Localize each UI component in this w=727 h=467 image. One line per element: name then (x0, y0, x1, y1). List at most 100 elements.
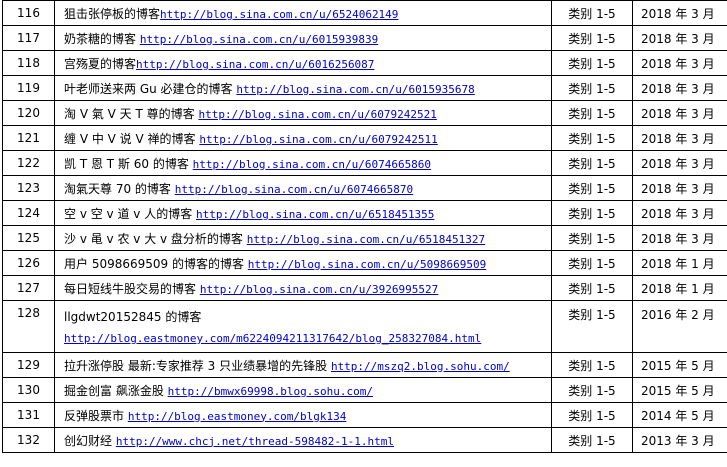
row-category: 类别 1-5 (551, 300, 633, 353)
blog-link[interactable]: http://www.chcj.net/thread-598482-1-1.ht… (116, 435, 394, 448)
table-row: 116 狙击张停板的博客http://blog.sina.com.cn/u/652… (2, 0, 727, 26)
row-number: 124 (2, 200, 55, 226)
row-date: 2018 年 3 月 (632, 200, 727, 226)
table-row: 120 淘 V 氣 V 天 T 尊的博客 http://blog.sina.com… (2, 100, 727, 126)
blog-link[interactable]: http://blog.sina.com.cn/u/6074665870 (175, 183, 413, 196)
row-category: 类别 1-5 (551, 377, 633, 403)
table-row: 128 llgdwt20152845 的博客 http://blog.eastm… (2, 300, 727, 353)
blog-list-body: 116 狙击张停板的博客http://blog.sina.com.cn/u/652… (2, 0, 727, 301)
table-row: 130 掘金创富 飙涨金股 http://bmwx69998.blog.sohu.… (2, 377, 727, 403)
blog-entry: 创幻财经 http://www.chcj.net/thread-598482-1… (54, 427, 552, 453)
blog-link[interactable]: http://bmwx69998.blog.sohu.com/ (168, 385, 373, 398)
blog-title: 沙 v 黾 v 农 v 大 v 盘分析的博客 (64, 231, 247, 246)
blog-list-body-2: 129 拉升涨停股 最新:专家推荐 3 只业绩暴增的先锋股 http://mszq… (2, 352, 727, 453)
row-category: 类别 1-5 (551, 352, 633, 378)
blog-title: 反弹股票市 (64, 408, 128, 423)
table-row: 118 宫殇夏的博客http://blog.sina.com.cn/u/60162… (2, 50, 727, 76)
row-category: 类别 1-5 (551, 250, 633, 276)
blog-link[interactable]: http://blog.sina.com.cn/u/5098669509 (248, 258, 486, 271)
blog-title: 淘 V 氣 V 天 T 尊的博客 (64, 106, 199, 121)
row-number: 127 (2, 275, 55, 301)
blog-title: 掘金创富 飙涨金股 (64, 383, 168, 398)
blog-entry: 缠 V 中 V 说 V 禅的博客 http://blog.sina.com.cn… (54, 125, 552, 151)
blog-link[interactable]: http://blog.eastmoney.com/blgk134 (128, 410, 347, 423)
row-category: 类别 1-5 (551, 427, 633, 453)
row-number: 129 (2, 352, 55, 378)
blog-link[interactable]: http://blog.sina.com.cn/u/6074665860 (193, 158, 431, 171)
blog-entry: 拉升涨停股 最新:专家推荐 3 只业绩暴增的先锋股 http://mszq2.b… (54, 352, 552, 378)
table-row: 117 奶茶糖的博客 http://blog.sina.com.cn/u/6015… (2, 25, 727, 51)
row-date: 2016 年 2 月 (632, 300, 727, 353)
table-row: 127 每日短线牛股交易的博客 http://blog.sina.com.cn/u… (2, 275, 727, 301)
row-number: 123 (2, 175, 55, 201)
blog-title: 宫殇夏的博客 (64, 56, 137, 71)
row-date: 2018 年 3 月 (632, 0, 727, 26)
row-date: 2018 年 3 月 (632, 175, 727, 201)
row-number: 118 (2, 50, 55, 76)
blog-entry: 反弹股票市 http://blog.eastmoney.com/blgk134 (54, 402, 552, 428)
blog-link[interactable]: http://blog.eastmoney.com/m6224094211317… (64, 332, 551, 345)
blog-entry: 淘氣天尊 70 的博客 http://blog.sina.com.cn/u/60… (54, 175, 552, 201)
blog-link[interactable]: http://blog.sina.com.cn/u/6016256087 (136, 58, 374, 71)
blog-entry: 每日短线牛股交易的博客 http://blog.sina.com.cn/u/39… (54, 275, 552, 301)
blog-link[interactable]: http://blog.sina.com.cn/u/6518451327 (247, 233, 485, 246)
row-date: 2015 年 5 月 (632, 352, 727, 378)
row-category: 类别 1-5 (551, 402, 633, 428)
table-row: 125 沙 v 黾 v 农 v 大 v 盘分析的博客 http://blog.si… (2, 225, 727, 251)
table-row: 126 用户 5098669509 的博客的博客 http://blog.sina… (2, 250, 727, 276)
table-row: 132 创幻财经 http://www.chcj.net/thread-59848… (2, 427, 727, 453)
row-date: 2018 年 1 月 (632, 275, 727, 301)
blog-link[interactable]: http://mszq2.blog.sohu.com/ (331, 360, 510, 373)
row-category: 类别 1-5 (551, 100, 633, 126)
blog-title: llgdwt20152845 的博客 (64, 310, 202, 324)
blog-entry: llgdwt20152845 的博客 http://blog.eastmoney… (54, 300, 552, 353)
row-number: 126 (2, 250, 55, 276)
row-category: 类别 1-5 (551, 75, 633, 101)
row-number: 130 (2, 377, 55, 403)
blog-link[interactable]: http://blog.sina.com.cn/u/6015939839 (140, 33, 378, 46)
row-number: 125 (2, 225, 55, 251)
blog-list-body-tall: 128 llgdwt20152845 的博客 http://blog.eastm… (2, 300, 727, 353)
table-row: 119 叶老师送来两 Gu 必建仓的博客 http://blog.sina.com… (2, 75, 727, 101)
blog-link[interactable]: http://blog.sina.com.cn/u/6015935678 (236, 83, 474, 96)
blog-title: 创幻财经 (64, 433, 116, 448)
blog-entry: 狙击张停板的博客http://blog.sina.com.cn/u/652406… (54, 0, 552, 26)
row-number: 119 (2, 75, 55, 101)
row-category: 类别 1-5 (551, 200, 633, 226)
blog-title: 缠 V 中 V 说 V 禅的博客 (64, 131, 200, 146)
blog-title: 用户 5098669509 的博客的博客 (64, 256, 248, 271)
blog-entry: 宫殇夏的博客http://blog.sina.com.cn/u/60162560… (54, 50, 552, 76)
row-number: 132 (2, 427, 55, 453)
blog-entry: 用户 5098669509 的博客的博客 http://blog.sina.co… (54, 250, 552, 276)
blog-link[interactable]: http://blog.sina.com.cn/u/3926995527 (200, 283, 438, 296)
table-row: 131 反弹股票市 http://blog.eastmoney.com/blgk1… (2, 402, 727, 428)
blog-entry: 掘金创富 飙涨金股 http://bmwx69998.blog.sohu.com… (54, 377, 552, 403)
blog-title: 淘氣天尊 70 的博客 (64, 181, 175, 196)
row-category: 类别 1-5 (551, 25, 633, 51)
blog-title: 奶茶糖的博客 (64, 31, 140, 46)
row-number: 131 (2, 402, 55, 428)
blog-link[interactable]: http://blog.sina.com.cn/u/6079242511 (199, 133, 437, 146)
blog-title: 狙击张停板的博客 (64, 6, 161, 21)
blog-title: 空 v 空 v 道 v 人的博客 (64, 206, 197, 221)
row-date: 2018 年 3 月 (632, 150, 727, 176)
blog-title: 凯 T 恩 T 斯 60 的博客 (64, 156, 193, 171)
row-category: 类别 1-5 (551, 0, 633, 26)
row-category: 类别 1-5 (551, 275, 633, 301)
blog-entry: 凯 T 恩 T 斯 60 的博客 http://blog.sina.com.cn… (54, 150, 552, 176)
table-row: 124 空 v 空 v 道 v 人的博客 http://blog.sina.com… (2, 200, 727, 226)
blog-entry: 淘 V 氣 V 天 T 尊的博客 http://blog.sina.com.cn… (54, 100, 552, 126)
row-date: 2013 年 3 月 (632, 427, 727, 453)
blog-link[interactable]: http://blog.sina.com.cn/u/6518451355 (196, 208, 434, 221)
row-date: 2018 年 3 月 (632, 125, 727, 151)
table-row: 121 缠 V 中 V 说 V 禅的博客 http://blog.sina.com… (2, 125, 727, 151)
row-number: 117 (2, 25, 55, 51)
table-row: 122 凯 T 恩 T 斯 60 的博客 http://blog.sina.com… (2, 150, 727, 176)
blog-link[interactable]: http://blog.sina.com.cn/u/6079242521 (198, 108, 436, 121)
row-date: 2018 年 3 月 (632, 100, 727, 126)
blog-entry: 沙 v 黾 v 农 v 大 v 盘分析的博客 http://blog.sina.… (54, 225, 552, 251)
row-number: 120 (2, 100, 55, 126)
row-number: 128 (2, 300, 55, 353)
blog-link[interactable]: http://blog.sina.com.cn/u/6524062149 (160, 8, 398, 21)
row-date: 2018 年 1 月 (632, 250, 727, 276)
